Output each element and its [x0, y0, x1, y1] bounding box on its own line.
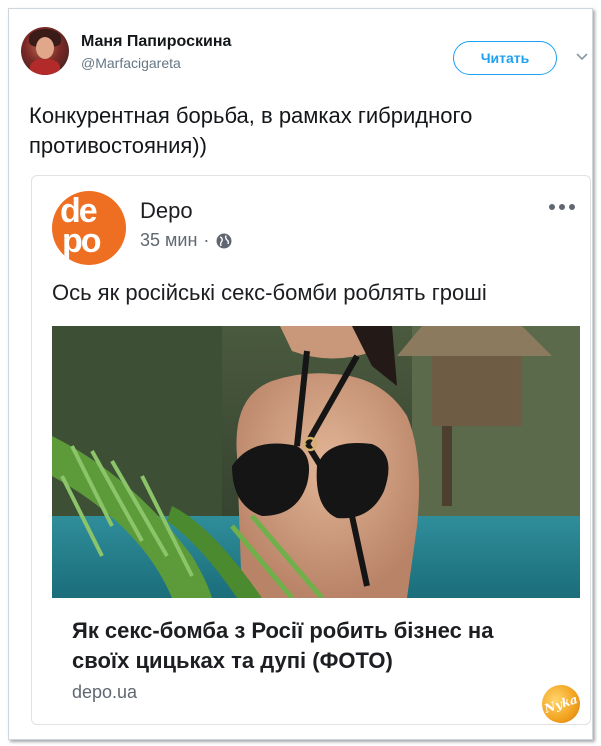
globe-icon: [216, 233, 232, 248]
link-preview-image[interactable]: [52, 326, 580, 598]
author-name[interactable]: Маня Папироскина: [81, 33, 231, 51]
depo-logo[interactable]: de po: [52, 191, 126, 265]
page-name[interactable]: Depo: [140, 198, 193, 224]
link-domain[interactable]: depo.ua: [72, 682, 137, 703]
author-handle[interactable]: @Marfacigareta: [81, 55, 181, 71]
embedded-post-card[interactable]: de po Depo 35 мин · Ось як російські сек…: [31, 175, 591, 725]
post-time[interactable]: 35 мин: [140, 230, 197, 251]
chevron-down-icon[interactable]: [575, 49, 589, 63]
more-dots-icon[interactable]: [549, 204, 579, 214]
post-text: Ось як російські секс-бомби роблять грош…: [52, 280, 487, 305]
tweet-text: Конкурентная борьба, в рамках гибридного…: [29, 103, 473, 158]
meta-separator: ·: [203, 230, 210, 250]
follow-button[interactable]: Читать: [453, 41, 557, 75]
link-title[interactable]: Як секс-бомба з Росії робить бізнес на с…: [72, 616, 552, 676]
tweet-frame: Маня Папироскина @Marfacigareta Читать К…: [8, 8, 593, 740]
post-meta: 35 мин ·: [140, 230, 233, 251]
tweet-header: Маня Папироскина @Marfacigareta Читать: [21, 27, 588, 81]
avatar[interactable]: [21, 27, 69, 75]
